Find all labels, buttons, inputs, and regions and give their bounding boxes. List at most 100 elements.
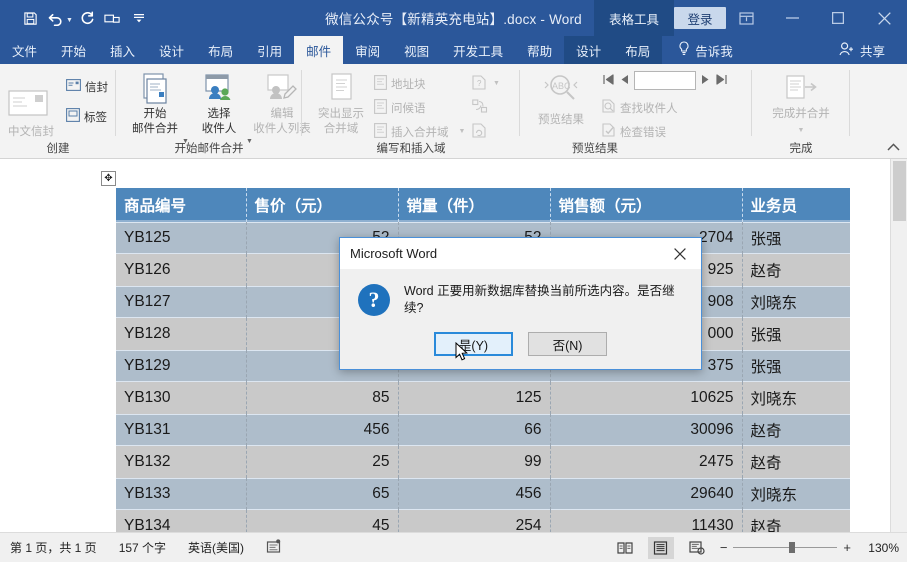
sign-in-button[interactable]: 登录 [674, 7, 726, 29]
cell-salesperson[interactable]: 张强 [742, 350, 850, 382]
customize-qat-icon[interactable] [127, 6, 151, 30]
cell-salesperson[interactable]: 赵奇 [742, 254, 850, 286]
envelopes-button[interactable]: 信封 [66, 76, 108, 97]
tab-layout[interactable]: 布局 [196, 36, 245, 64]
cell-quantity[interactable]: 99 [398, 446, 551, 478]
tab-table-design[interactable]: 设计 [564, 36, 614, 64]
tab-references[interactable]: 引用 [245, 36, 294, 64]
tab-mailings[interactable]: 邮件 [294, 36, 344, 64]
first-record-icon[interactable] [602, 73, 615, 89]
close-icon[interactable] [861, 0, 907, 36]
ribbon-display-options-icon[interactable] [723, 0, 769, 36]
table-move-handle[interactable]: ✥ [101, 171, 116, 186]
cell-price[interactable]: 65 [246, 478, 399, 510]
chinese-envelope-label-wrap[interactable]: 中文信封 [8, 120, 54, 141]
finish-and-merge-button[interactable]: 完成并合并 ▼ [764, 68, 838, 137]
cell-amount[interactable]: 29640 [550, 478, 743, 510]
undo-dropdown-icon[interactable]: ▼ [66, 17, 73, 24]
cell-salesperson[interactable]: 赵奇 [742, 414, 850, 446]
insert-merge-field-dropdown-icon[interactable]: ▼ [459, 128, 466, 135]
highlight-merge-fields-button[interactable]: 突出显示 合并域 [310, 68, 372, 136]
last-record-icon[interactable] [715, 73, 728, 89]
page-info[interactable]: 第 1 页，共 1 页 [10, 539, 97, 556]
redo-icon[interactable] [75, 6, 99, 30]
zoom-slider[interactable]: − + [720, 540, 851, 555]
match-fields-button[interactable] [472, 97, 488, 118]
cell-product-id[interactable]: YB130 [116, 382, 247, 414]
cell-salesperson[interactable]: 赵奇 [742, 446, 850, 478]
cell-product-id[interactable]: YB133 [116, 478, 247, 510]
greeting-line-button[interactable]: 问候语 [374, 97, 426, 118]
next-record-icon[interactable] [700, 73, 711, 89]
tab-help[interactable]: 帮助 [515, 36, 564, 64]
insert-merge-field-button[interactable]: 插入合并域 ▼ [374, 121, 465, 142]
yes-button[interactable]: 是(Y) [434, 332, 513, 356]
zoom-level-label[interactable]: 130% [861, 541, 899, 555]
cell-quantity[interactable]: 456 [398, 478, 551, 510]
table-row[interactable]: YB132 25 99 2475 赵奇 [116, 446, 850, 478]
cell-salesperson[interactable]: 刘晓东 [742, 382, 850, 414]
cell-quantity[interactable]: 66 [398, 414, 551, 446]
table-row[interactable]: YB131 456 66 30096 赵奇 [116, 414, 850, 446]
cell-product-id[interactable]: YB127 [116, 286, 247, 318]
column-header-salesperson[interactable]: 业务员 [742, 188, 850, 222]
zoom-out-button[interactable]: − [720, 540, 728, 555]
cell-amount[interactable]: 30096 [550, 414, 743, 446]
start-mail-merge-button[interactable]: 开始 邮件合并 [124, 68, 186, 136]
tab-developer[interactable]: 开发工具 [441, 36, 515, 64]
maximize-icon[interactable] [815, 0, 861, 36]
close-icon[interactable] [659, 238, 701, 269]
cell-product-id[interactable]: YB128 [116, 318, 247, 350]
zoom-thumb[interactable] [789, 542, 796, 553]
tell-me-box[interactable]: 告诉我 [662, 36, 745, 64]
check-errors-button[interactable]: 检查错误 [602, 121, 666, 142]
word-count[interactable]: 157 个字 [119, 539, 166, 556]
cell-salesperson[interactable]: 张强 [742, 222, 850, 254]
share-button[interactable]: 共享 [827, 36, 897, 64]
cell-salesperson[interactable]: 刘晓东 [742, 286, 850, 318]
chinese-envelope-button[interactable] [8, 90, 48, 116]
vertical-scrollbar[interactable] [890, 159, 907, 532]
cell-price[interactable]: 25 [246, 446, 399, 478]
preview-results-button[interactable]: ABC 预览结果 [528, 68, 594, 127]
cell-product-id[interactable]: YB132 [116, 446, 247, 478]
update-labels-button[interactable] [472, 121, 486, 142]
cell-salesperson[interactable]: 刘晓东 [742, 478, 850, 510]
rules-button[interactable]: ? ▼ [472, 73, 500, 94]
finish-and-merge-dropdown-icon[interactable]: ▼ [798, 127, 805, 134]
tab-table-layout[interactable]: 布局 [613, 36, 663, 64]
cell-amount[interactable]: 10625 [550, 382, 743, 414]
tab-design[interactable]: 设计 [147, 36, 196, 64]
select-recipients-button[interactable]: 选择 收件人 [188, 68, 250, 136]
find-recipient-button[interactable]: 查找收件人 [602, 97, 678, 118]
cell-price[interactable]: 85 [246, 382, 399, 414]
scrollbar-thumb[interactable] [893, 161, 906, 221]
collapse-ribbon-button[interactable] [887, 143, 900, 154]
column-header-amount[interactable]: 销售额（元） [550, 188, 743, 222]
tab-home[interactable]: 开始 [49, 36, 98, 64]
language-indicator[interactable]: 英语(美国) [188, 539, 244, 556]
web-layout-icon[interactable] [684, 537, 710, 559]
cell-product-id[interactable]: YB129 [116, 350, 247, 382]
cell-amount[interactable]: 2475 [550, 446, 743, 478]
table-row[interactable]: YB130 85 125 10625 刘晓东 [116, 382, 850, 414]
read-mode-icon[interactable] [612, 537, 638, 559]
tab-file[interactable]: 文件 [0, 36, 49, 64]
column-header-quantity[interactable]: 销量（件） [398, 188, 551, 222]
cell-salesperson[interactable]: 张强 [742, 318, 850, 350]
tab-review[interactable]: 审阅 [343, 36, 392, 64]
minimize-icon[interactable] [769, 0, 815, 36]
zoom-in-button[interactable]: + [843, 540, 851, 555]
cell-product-id[interactable]: YB125 [116, 222, 247, 254]
no-button[interactable]: 否(N) [528, 332, 607, 356]
previous-record-icon[interactable] [619, 73, 630, 89]
print-preview-icon[interactable] [101, 6, 125, 30]
cell-product-id[interactable]: YB126 [116, 254, 247, 286]
column-header-product-id[interactable]: 商品编号 [116, 188, 247, 222]
cell-product-id[interactable]: YB131 [116, 414, 247, 446]
cell-quantity[interactable]: 125 [398, 382, 551, 414]
cell-price[interactable]: 456 [246, 414, 399, 446]
tab-view[interactable]: 视图 [392, 36, 441, 64]
save-icon[interactable] [18, 6, 42, 30]
labels-button[interactable]: 标签 [66, 106, 107, 127]
